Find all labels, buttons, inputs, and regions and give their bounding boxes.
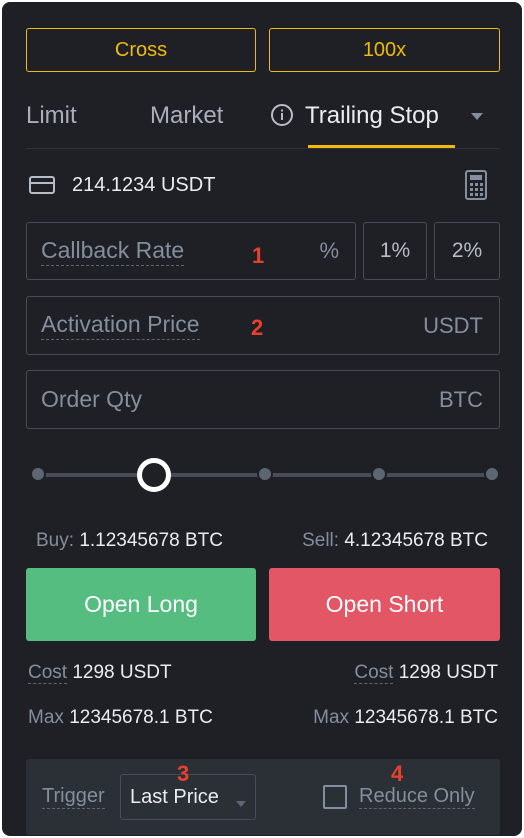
- annotation-marker-1: 1: [252, 243, 265, 268]
- reduce-only-label[interactable]: Reduce Only: [359, 785, 475, 809]
- tab-market[interactable]: Market: [150, 98, 223, 134]
- long-cost: Cost 1298 USDT: [28, 662, 172, 684]
- callback-rate-unit: %: [319, 238, 339, 263]
- info-icon[interactable]: [270, 103, 294, 127]
- tab-limit[interactable]: Limit: [26, 98, 77, 134]
- open-long-button[interactable]: Open Long: [26, 568, 256, 641]
- cost-label: Cost: [28, 662, 68, 684]
- activation-price-unit: USDT: [423, 312, 483, 338]
- caret-down-icon[interactable]: [469, 109, 485, 121]
- cost-label: Cost: [354, 662, 394, 684]
- slider-step-75[interactable]: [371, 466, 387, 482]
- short-max-value: 12345678.1 BTC: [354, 707, 498, 728]
- calculator-icon[interactable]: [465, 170, 487, 200]
- slider-step-50[interactable]: [257, 466, 273, 482]
- tabs-divider: [26, 148, 500, 149]
- buy-value: 1.12345678 BTC: [79, 530, 223, 551]
- annotation-marker-4: 4: [391, 761, 404, 786]
- activation-price-placeholder: Activation Price: [41, 297, 200, 354]
- buy-label: Buy:: [36, 530, 75, 551]
- slider-step-0[interactable]: [30, 466, 46, 482]
- wallet-icon: [28, 174, 56, 196]
- order-qty-field[interactable]: Order Qty BTC: [26, 370, 500, 429]
- slider-step-100[interactable]: [484, 466, 500, 482]
- quick-pct-1-button[interactable]: 1%: [363, 222, 427, 280]
- trigger-label: Trigger: [42, 785, 105, 809]
- available-balance: 214.1234 USDT: [72, 174, 216, 196]
- long-max-value: 12345678.1 BTC: [69, 707, 213, 728]
- short-max: Max 12345678.1 BTC: [313, 707, 498, 729]
- short-cost-value: 1298 USDT: [398, 662, 498, 683]
- max-label: Max: [313, 707, 350, 728]
- buy-amount: Buy: 1.12345678 BTC: [36, 530, 223, 552]
- caret-down-icon: [235, 792, 247, 807]
- callback-rate-placeholder: Callback Rate: [41, 223, 185, 279]
- long-max: Max 12345678.1 BTC: [28, 707, 213, 729]
- order-qty-placeholder: Order Qty: [41, 386, 142, 412]
- active-tab-indicator: [308, 145, 455, 148]
- annotation-marker-2: 2: [251, 315, 264, 340]
- sell-value: 4.12345678 BTC: [344, 530, 488, 551]
- long-cost-value: 1298 USDT: [72, 662, 172, 683]
- callback-rate-field[interactable]: Callback Rate %: [26, 222, 356, 280]
- order-panel: Cross 100x Limit Market Trailing Stop 21…: [2, 2, 522, 836]
- reduce-only-checkbox[interactable]: [323, 785, 347, 809]
- leverage-button[interactable]: 100x: [269, 28, 500, 72]
- margin-mode-button[interactable]: Cross: [26, 28, 256, 72]
- slider-thumb[interactable]: [137, 458, 171, 492]
- annotation-marker-3: 3: [177, 761, 190, 786]
- short-cost: Cost 1298 USDT: [354, 662, 498, 684]
- tab-trailing-stop[interactable]: Trailing Stop: [305, 98, 439, 134]
- order-qty-unit: BTC: [439, 386, 483, 412]
- quick-pct-2-button[interactable]: 2%: [434, 222, 500, 280]
- trigger-selected-value: Last Price: [130, 785, 219, 808]
- sell-amount: Sell: 4.12345678 BTC: [302, 530, 488, 552]
- open-short-button[interactable]: Open Short: [269, 568, 500, 641]
- sell-label: Sell:: [302, 530, 340, 551]
- max-label: Max: [28, 707, 64, 728]
